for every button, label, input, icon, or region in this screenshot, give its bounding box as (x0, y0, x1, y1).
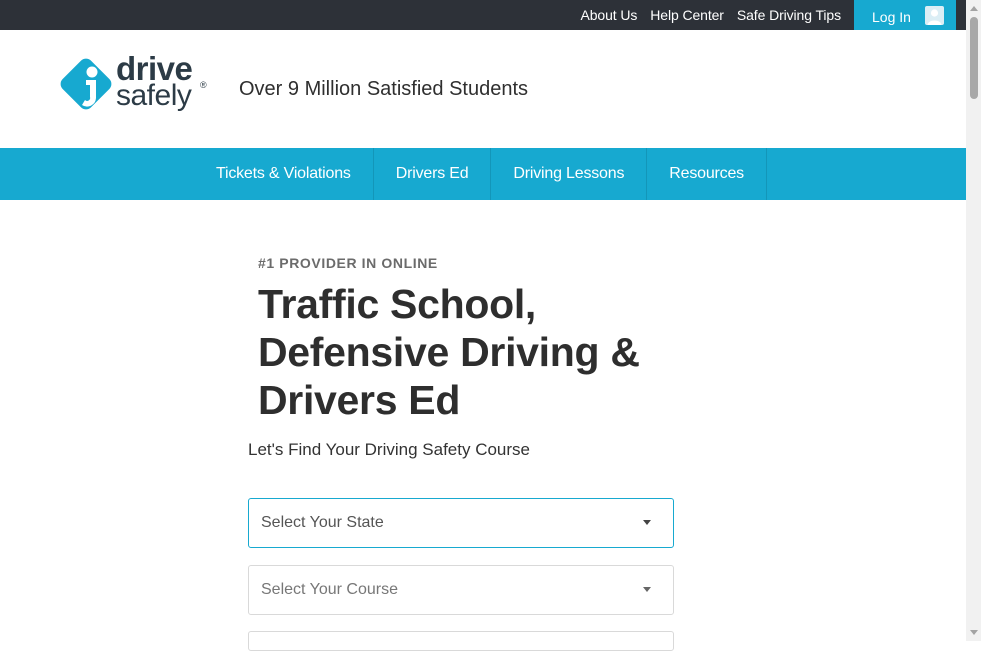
hero-eyebrow: #1 PROVIDER IN ONLINE (258, 255, 438, 271)
headline-line-2: Defensive Driving & (258, 329, 640, 375)
header-tagline: Over 9 Million Satisfied Students (239, 78, 529, 100)
top-utility-bar: About Us Help Center Safe Driving Tips (0, 0, 966, 30)
course-select[interactable]: Select Your Course (248, 565, 674, 615)
nav-drivers-ed[interactable]: Drivers Ed (374, 148, 492, 200)
login-button[interactable]: Log In (854, 0, 956, 34)
nav-driving-lessons[interactable]: Driving Lessons (491, 148, 648, 200)
hero-subhead: Let's Find Your Driving Safety Course (248, 440, 531, 459)
scroll-down-icon[interactable] (970, 630, 978, 635)
state-select[interactable]: Select Your State (248, 498, 674, 548)
registered-mark: ® (200, 80, 207, 90)
about-us-link[interactable]: About Us (580, 7, 637, 23)
logo-mark-icon (60, 58, 112, 110)
scroll-up-icon[interactable] (970, 6, 978, 11)
drive-safely-logo[interactable]: drive safely ® (58, 52, 218, 118)
caret-down-icon (643, 520, 651, 525)
page-scrollbar[interactable] (966, 0, 981, 641)
hero-headline: Traffic School, Defensive Driving & Driv… (258, 280, 728, 424)
headline-line-3: Drivers Ed (258, 377, 461, 423)
safe-driving-tips-link[interactable]: Safe Driving Tips (737, 7, 841, 23)
login-label: Log In (872, 9, 911, 25)
caret-down-icon (643, 587, 651, 592)
top-links: About Us Help Center Safe Driving Tips (580, 0, 841, 30)
user-icon (925, 6, 944, 25)
state-select-value: Select Your State (261, 514, 384, 531)
logo-word-safely: safely (116, 79, 192, 112)
help-center-link[interactable]: Help Center (650, 7, 724, 23)
nav-resources[interactable]: Resources (647, 148, 767, 200)
nav-tickets-violations[interactable]: Tickets & Violations (194, 148, 374, 200)
next-form-field[interactable] (248, 631, 674, 651)
main-nav: Tickets & Violations Drivers Ed Driving … (0, 148, 966, 200)
site-header: drive safely ® Over 9 Million Satisfied … (0, 30, 966, 148)
scroll-thumb[interactable] (970, 17, 978, 99)
headline-line-1: Traffic School, (258, 281, 536, 327)
course-select-value: Select Your Course (261, 581, 398, 598)
